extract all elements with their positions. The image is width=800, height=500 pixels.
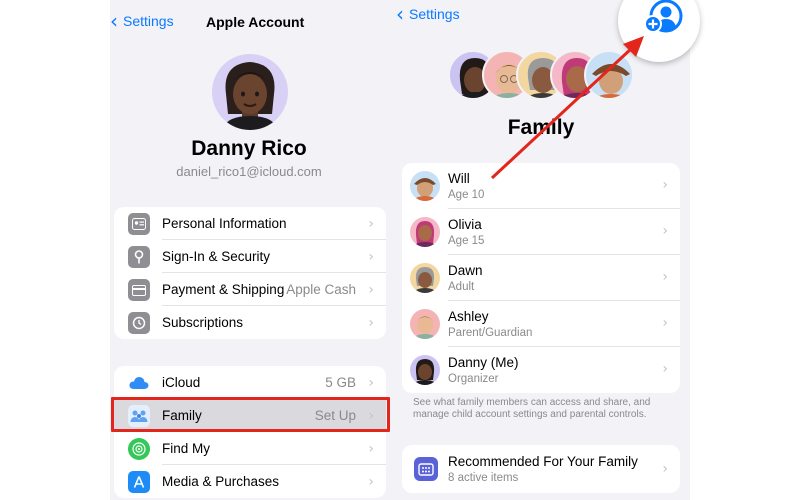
profile-avatar[interactable] (212, 54, 288, 130)
family-row-highlight (111, 397, 390, 432)
row-label: Subscriptions (162, 315, 244, 330)
member-avatar (410, 263, 440, 293)
add-person-icon (644, 0, 683, 33)
payment-shipping-row[interactable]: Payment & Shipping Apple Cash › (114, 273, 386, 306)
family-member-row[interactable]: Olivia Age 15 › (402, 209, 680, 255)
member-role: Age 15 (448, 235, 485, 247)
chevron-right-icon: › (368, 473, 374, 490)
member-avatar (410, 217, 440, 247)
services-group: iCloud 5 GB › Family Set Up › Find My › (114, 366, 386, 498)
family-footnote: See what family members can access and s… (413, 397, 651, 420)
family-member-row[interactable]: Will Age 10 › (402, 163, 680, 209)
credit-card-icon (128, 279, 150, 301)
add-family-member-button[interactable] (640, 0, 684, 36)
chevron-right-icon: › (662, 461, 668, 477)
back-label: Settings (123, 13, 174, 29)
chevron-right-icon: › (662, 177, 668, 193)
family-member-row[interactable]: Danny (Me) Organizer › (402, 347, 680, 393)
page-title: Apple Account (206, 14, 305, 30)
checklist-icon (414, 457, 438, 481)
member-role: Parent/Guardian (448, 327, 533, 339)
row-label: Sign-In & Security (162, 249, 271, 264)
row-value: 5 GB (325, 375, 356, 390)
row-label: Media & Purchases (162, 474, 280, 489)
find-my-icon (128, 438, 150, 460)
recommended-title: Recommended For Your Family (448, 454, 638, 469)
family-member-row[interactable]: Ashley Parent/Guardian › (402, 301, 680, 347)
chevron-right-icon: › (368, 215, 374, 232)
sign-in-security-row[interactable]: Sign-In & Security › (114, 240, 386, 273)
chevron-right-icon: › (662, 361, 668, 377)
media-purchases-row[interactable]: Media & Purchases › (114, 465, 386, 498)
member-avatar (410, 171, 440, 201)
member-avatar (410, 309, 440, 339)
member-name: Olivia (448, 217, 482, 232)
profile-email: daniel_rico1@icloud.com (176, 164, 322, 179)
find-my-row[interactable]: Find My › (114, 432, 386, 465)
family-title: Family (507, 116, 575, 139)
family-screen: ‹ Settings Family Will Age 10 › Olivia A… (392, 0, 690, 500)
chevron-right-icon: › (662, 315, 668, 331)
back-to-settings-button[interactable]: ‹ Settings (396, 2, 460, 26)
chevron-right-icon: › (368, 440, 374, 457)
member-role: Adult (448, 281, 475, 293)
app-store-icon (128, 471, 150, 493)
subscriptions-row[interactable]: Subscriptions › (114, 306, 386, 339)
chevron-right-icon: › (662, 269, 668, 285)
recommended-for-family-row[interactable]: Recommended For Your Family 8 active ite… (402, 445, 680, 493)
personal-information-row[interactable]: Personal Information › (114, 207, 386, 240)
icloud-row[interactable]: iCloud 5 GB › (114, 366, 386, 399)
chevron-right-icon: › (662, 223, 668, 239)
member-name: Dawn (448, 263, 483, 278)
family-avatar-stack (448, 50, 638, 102)
back-label: Settings (409, 6, 460, 22)
account-settings-group: Personal Information › Sign-In & Securit… (114, 207, 386, 339)
member-role: Age 10 (448, 189, 485, 201)
key-icon (128, 246, 150, 268)
member-role: Organizer (448, 373, 499, 385)
family-member-row[interactable]: Dawn Adult › (402, 255, 680, 301)
chevron-left-icon: ‹ (110, 9, 118, 33)
profile-name: Danny Rico (191, 137, 307, 160)
family-avatar (584, 50, 634, 100)
chevron-right-icon: › (368, 248, 374, 265)
id-card-icon (128, 213, 150, 235)
member-name: Danny (Me) (448, 355, 519, 370)
cloud-icon (128, 372, 150, 394)
member-name: Ashley (448, 309, 489, 324)
member-name: Will (448, 171, 470, 186)
back-to-settings-button[interactable]: ‹ Settings (110, 9, 174, 33)
row-label: iCloud (162, 375, 201, 390)
recommended-subtitle: 8 active items (448, 472, 519, 484)
member-avatar (410, 355, 440, 385)
family-members-list: Will Age 10 › Olivia Age 15 › Dawn Adult… (402, 163, 680, 393)
row-value: Apple Cash (286, 282, 356, 297)
row-label: Find My (162, 441, 211, 456)
row-label: Personal Information (162, 216, 287, 231)
chevron-right-icon: › (368, 374, 374, 391)
chevron-left-icon: ‹ (396, 2, 404, 26)
subscriptions-icon (128, 312, 150, 334)
chevron-right-icon: › (368, 281, 374, 298)
chevron-right-icon: › (368, 314, 374, 331)
row-label: Payment & Shipping (162, 282, 285, 297)
